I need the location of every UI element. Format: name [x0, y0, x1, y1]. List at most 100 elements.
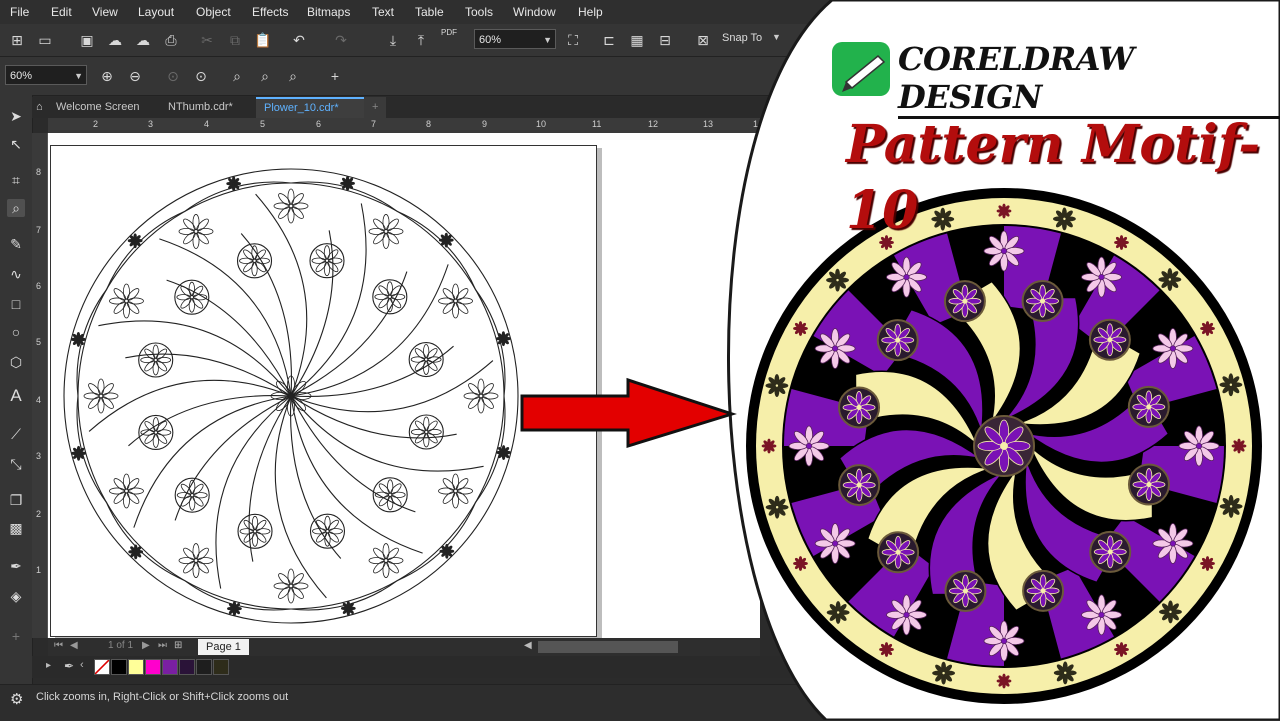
menu-window[interactable]: Window — [513, 5, 556, 19]
zoom-height-icon[interactable]: ⌕ — [284, 67, 302, 85]
star-flower — [340, 601, 356, 616]
swatch-color[interactable] — [179, 659, 195, 675]
snap-to-label[interactable]: Snap To — [722, 32, 762, 44]
zoom-width-icon[interactable]: ⌕ — [256, 67, 274, 85]
add-icon[interactable]: + — [326, 67, 344, 85]
guidelines-icon[interactable]: ⊟ — [656, 31, 674, 49]
menu-edit[interactable]: Edit — [51, 5, 72, 19]
cloud-upload-icon[interactable]: ☁ — [106, 31, 124, 49]
interactive-fill-icon[interactable]: ◈ — [7, 587, 25, 605]
tab-welcome-screen[interactable]: ⌂ Welcome Screen — [32, 97, 152, 118]
add-tool-icon[interactable]: + — [7, 627, 25, 645]
zoom-in-icon[interactable]: ⊕ — [98, 67, 116, 85]
rim-flower — [826, 268, 849, 292]
menu-help[interactable]: Help — [578, 5, 603, 19]
drawing-canvas[interactable] — [48, 133, 760, 638]
rulers-icon[interactable]: ⊏ — [600, 31, 618, 49]
swatch-color[interactable] — [213, 659, 229, 675]
zoom-out-icon[interactable]: ⊖ — [126, 67, 144, 85]
eyedropper-icon[interactable]: ✒ — [7, 557, 25, 575]
redo-icon[interactable]: ↷ — [332, 31, 350, 49]
swatch-color[interactable] — [196, 659, 212, 675]
scroll-left-icon[interactable]: ◀ — [524, 640, 532, 651]
swatch-color[interactable] — [128, 659, 144, 675]
drop-shadow-icon[interactable]: ❐ — [7, 491, 25, 509]
medallion — [876, 319, 919, 362]
gear-icon[interactable]: ⚙ — [10, 690, 23, 708]
tab-plower-10[interactable]: Plower_10.cdr* — [256, 97, 364, 118]
menu-bar: File Edit View Layout Object Effects Bit… — [0, 0, 1280, 24]
menu-bitmaps[interactable]: Bitmaps — [307, 5, 350, 19]
save-icon[interactable]: ▣ — [78, 31, 96, 49]
zoom-all-objects-icon[interactable]: ⊙ — [192, 67, 210, 85]
freehand-tool-icon[interactable]: ✎ — [7, 235, 25, 253]
tab-nthumb[interactable]: NThumb.cdr* — [160, 97, 252, 118]
pick-tool-icon[interactable]: ➤ — [7, 107, 25, 125]
menu-text[interactable]: Text — [372, 5, 394, 19]
purple-segment — [1004, 226, 1061, 311]
add-tab-button[interactable]: + — [364, 97, 386, 118]
zoom-levels-select[interactable]: 60% ▼ — [5, 65, 87, 85]
menu-effects[interactable]: Effects — [252, 5, 288, 19]
swatch-color[interactable] — [145, 659, 161, 675]
swatch-color[interactable] — [162, 659, 178, 675]
horizontal-ruler[interactable]: 2 3 4 5 6 7 8 9 10 11 12 13 14 — [48, 118, 763, 134]
transparency-icon[interactable]: ▩ — [7, 519, 25, 537]
zoom-selected-icon[interactable]: ⊙ — [164, 67, 182, 85]
ellipse-tool-icon[interactable]: ○ — [7, 323, 25, 341]
palette-scroll-icon[interactable]: ▸ — [46, 660, 51, 671]
rectangle-tool-icon[interactable]: □ — [7, 295, 25, 313]
cut-icon[interactable]: ✂ — [198, 31, 216, 49]
polygon-tool-icon[interactable]: ⬡ — [7, 353, 25, 371]
eyedropper-icon[interactable]: ✒ — [64, 659, 74, 673]
swatch-none[interactable] — [94, 659, 110, 675]
artistic-media-icon[interactable]: ∿ — [7, 265, 25, 283]
parallel-dimension-icon[interactable]: ⟋ — [7, 425, 25, 443]
next-page-icon[interactable]: ▶ — [142, 640, 150, 651]
previous-page-icon[interactable]: ◀ — [70, 640, 78, 651]
snap-to-icon[interactable]: ⊠ — [694, 31, 712, 49]
horizontal-scrollbar[interactable] — [538, 641, 678, 653]
paste-icon[interactable]: 📋 — [254, 31, 272, 49]
first-page-icon[interactable]: ⏮ — [54, 640, 63, 651]
open-folder-icon[interactable]: ▭ — [36, 31, 54, 49]
gear-icon[interactable]: ⚙ — [796, 31, 814, 49]
copy-icon[interactable]: ⧉ — [226, 31, 244, 49]
purple-segment — [1139, 446, 1224, 503]
zoom-level-select[interactable]: 60% ▼ — [474, 29, 556, 49]
line-flower — [140, 344, 172, 376]
swatch-color[interactable] — [111, 659, 127, 675]
palette-back-icon[interactable]: ‹ — [80, 659, 84, 671]
vertical-ruler[interactable]: 8 7 6 5 4 3 2 1 — [32, 133, 48, 638]
text-tool-icon[interactable]: A — [7, 387, 25, 405]
menu-object[interactable]: Object — [196, 5, 231, 19]
chevron-down-icon[interactable]: ▼ — [772, 32, 781, 42]
last-page-icon[interactable]: ⏭ — [158, 640, 167, 651]
menu-file[interactable]: File — [10, 5, 29, 19]
cloud-download-icon[interactable]: ☁ — [134, 31, 152, 49]
line-flower — [368, 543, 404, 578]
menu-layout[interactable]: Layout — [138, 5, 174, 19]
grid-icon[interactable]: ▦ — [628, 31, 646, 49]
export-pdf-icon[interactable]: PDF — [440, 28, 458, 46]
connector-tool-icon[interactable]: ⤡ — [7, 455, 25, 473]
page-tab[interactable]: Page 1 — [198, 639, 249, 655]
menu-tools[interactable]: Tools — [465, 5, 493, 19]
crop-tool-icon[interactable]: ⌗ — [7, 171, 25, 189]
document-page[interactable] — [50, 145, 597, 637]
full-screen-icon[interactable]: ⛶ — [564, 31, 582, 49]
segment-flower — [1178, 425, 1220, 467]
export-icon[interactable]: ⤒ — [412, 31, 430, 49]
new-document-icon[interactable]: ⊞ — [8, 31, 26, 49]
color-mandala — [746, 188, 1262, 704]
print-icon[interactable]: ⎙ — [162, 31, 180, 49]
undo-icon[interactable]: ↶ — [290, 31, 308, 49]
line-flower — [463, 378, 499, 414]
shape-tool-icon[interactable]: ↖ — [7, 135, 25, 153]
menu-view[interactable]: View — [92, 5, 118, 19]
add-page-icon[interactable]: ⊞ — [174, 640, 182, 651]
menu-table[interactable]: Table — [415, 5, 444, 19]
import-icon[interactable]: ⤓ — [384, 31, 402, 49]
zoom-tool-icon[interactable]: ⌕ — [7, 199, 25, 217]
zoom-page-icon[interactable]: ⌕ — [228, 67, 246, 85]
